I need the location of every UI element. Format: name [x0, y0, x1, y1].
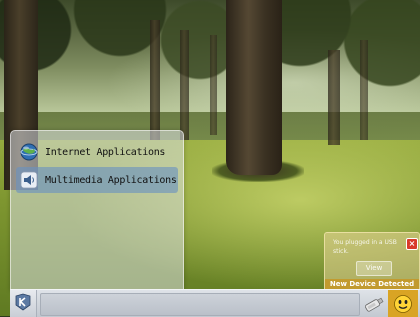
- view-button[interactable]: View: [356, 261, 392, 276]
- wallpaper-tree: [360, 40, 368, 140]
- wallpaper-tree: [150, 20, 160, 140]
- menu-item-label: Internet Applications: [45, 146, 166, 158]
- wallpaper-tree: [210, 35, 217, 135]
- menu-item-multimedia-applications[interactable]: Multimedia Applications: [16, 167, 178, 193]
- wallpaper-tree: [180, 30, 189, 140]
- wallpaper-main-tree: [226, 0, 282, 175]
- notification-message: You plugged in a USB stick.: [333, 239, 397, 255]
- kde-logo-icon: [14, 293, 32, 315]
- usb-device-icon[interactable]: [360, 290, 388, 317]
- task-area[interactable]: [40, 293, 360, 316]
- wallpaper-tree: [328, 50, 340, 145]
- close-icon[interactable]: ×: [406, 238, 418, 250]
- device-notification: You plugged in a USB stick. × View New D…: [324, 232, 420, 291]
- globe-icon: [19, 142, 39, 162]
- menu-item-internet-applications[interactable]: Internet Applications: [16, 139, 178, 165]
- speaker-icon: [19, 170, 39, 190]
- kde-menu-button[interactable]: [10, 290, 37, 317]
- menu-item-label: Multimedia Applications: [45, 174, 177, 186]
- taskbar: [10, 289, 420, 317]
- launcher-menu: Internet Applications Multimedia Applica…: [10, 130, 184, 291]
- smiley-icon[interactable]: [388, 290, 418, 317]
